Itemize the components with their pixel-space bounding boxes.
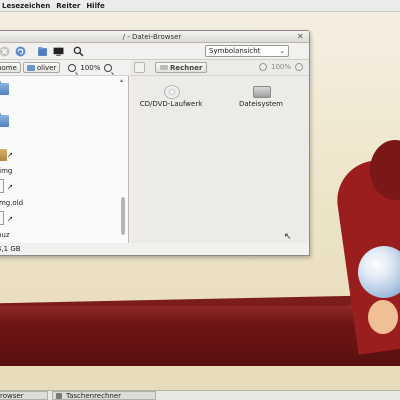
file-icon bbox=[0, 211, 4, 225]
list-item[interactable]: ↗ nuz bbox=[0, 211, 29, 241]
device-cd-dvd[interactable]: CD/DVD-Laufwerk bbox=[136, 82, 206, 116]
mouse-pointer-icon: ↖ bbox=[284, 232, 292, 242]
status-bar: 4,1 GB bbox=[0, 245, 21, 253]
calculator-icon bbox=[56, 392, 62, 399]
harddisk-icon bbox=[253, 86, 271, 98]
file-icon bbox=[0, 179, 4, 193]
zoom-in-icon[interactable] bbox=[104, 63, 113, 72]
menu-bookmarks[interactable]: Lesezeichen bbox=[2, 2, 50, 10]
zoom-level-right: 100% bbox=[270, 63, 291, 71]
right-pane: Rechner 100% CD/DVD-Laufwerk Dateisystem… bbox=[130, 59, 309, 243]
zoom-control-left: 100% bbox=[68, 63, 113, 72]
menu-help[interactable]: Hilfe bbox=[86, 2, 104, 10]
list-item[interactable]: r bbox=[0, 113, 29, 143]
zoom-out-icon[interactable] bbox=[68, 63, 77, 72]
chevron-down-icon: ⌄ bbox=[279, 47, 285, 55]
list-item[interactable]: ↗ l.img bbox=[0, 147, 29, 177]
file-browser-window: / - Datei-Browser ✕ Symbolansicht ⌄ home bbox=[0, 30, 310, 256]
scrollbar-thumb[interactable] bbox=[121, 197, 125, 235]
zoom-in-icon[interactable] bbox=[295, 63, 303, 71]
taskbar: rowser Taschenrechner bbox=[0, 390, 400, 400]
window-title: / - Datei-Browser bbox=[122, 32, 182, 41]
list-item[interactable]: r bbox=[0, 81, 29, 111]
search-icon bbox=[73, 46, 83, 56]
back-button[interactable] bbox=[0, 45, 11, 58]
location-button-computer[interactable]: Rechner bbox=[155, 62, 208, 73]
folder-icon bbox=[0, 113, 9, 127]
home-folder-icon bbox=[37, 46, 47, 56]
close-icon[interactable]: ✕ bbox=[297, 33, 305, 41]
left-pane: home oliver 100% r r ↗ bbox=[0, 59, 129, 243]
path-button-user[interactable]: oliver bbox=[22, 62, 61, 73]
device-filesystem[interactable]: Dateisystem bbox=[226, 82, 296, 116]
folder-icon bbox=[26, 64, 35, 71]
reload-icon bbox=[15, 46, 25, 56]
search-button[interactable] bbox=[71, 45, 85, 58]
zoom-control-right: 100% bbox=[258, 63, 303, 71]
title-bar[interactable]: / - Datei-Browser ✕ bbox=[0, 31, 309, 43]
folder-icon bbox=[0, 81, 9, 95]
computer-button[interactable] bbox=[51, 45, 65, 58]
zoom-out-icon[interactable] bbox=[258, 63, 267, 71]
link-emblem-icon: ↗ bbox=[7, 215, 13, 223]
link-emblem-icon: ↗ bbox=[7, 151, 13, 159]
path-button-home[interactable]: home bbox=[0, 62, 21, 73]
menubar: Lesezeichen Reiter Hilfe bbox=[0, 0, 400, 12]
view-mode-value: Symbolansicht bbox=[209, 47, 261, 55]
scroll-up-icon[interactable]: ▴ bbox=[120, 77, 123, 84]
left-scrollbar[interactable]: ▴ bbox=[119, 77, 127, 237]
home-button[interactable] bbox=[35, 45, 49, 58]
task-file-browser[interactable]: rowser bbox=[0, 391, 48, 400]
view-mode-select[interactable]: Symbolansicht ⌄ bbox=[205, 45, 289, 57]
file-list: r r ↗ l.img ↗ img.old ↗ nuz bbox=[0, 77, 119, 239]
task-calculator[interactable]: Taschenrechner bbox=[52, 391, 156, 400]
zoom-level-left: 100% bbox=[80, 63, 101, 72]
toolbar: Symbolansicht ⌄ bbox=[0, 43, 309, 59]
location-bar: Rechner 100% bbox=[130, 60, 309, 76]
link-emblem-icon: ↗ bbox=[7, 183, 13, 191]
reload-button[interactable] bbox=[13, 45, 27, 58]
archive-icon bbox=[0, 149, 7, 161]
optical-drive-icon bbox=[164, 85, 180, 99]
path-bar: home oliver 100% bbox=[0, 60, 129, 76]
list-item[interactable]: ↗ img.old bbox=[0, 179, 29, 209]
edit-location-icon[interactable] bbox=[134, 62, 145, 73]
menu-tabs[interactable]: Reiter bbox=[56, 2, 80, 10]
monitor-icon bbox=[53, 47, 63, 56]
stop-icon bbox=[0, 46, 9, 56]
computer-icon bbox=[160, 65, 168, 70]
